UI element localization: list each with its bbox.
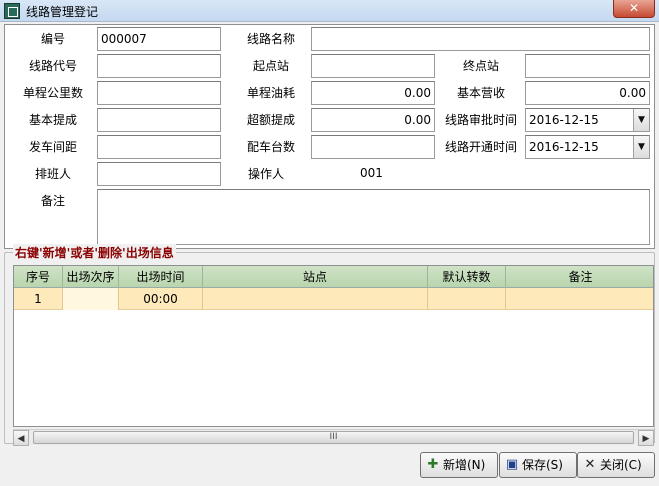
excess-commission-field[interactable]: 0.00 (311, 108, 435, 132)
departures-group-title: 右键'新增'或者'删除'出场信息 (13, 244, 176, 261)
close-button[interactable]: ✕ 关闭(C) (577, 452, 655, 478)
cell-order[interactable] (63, 288, 119, 310)
add-button[interactable]: ✚ 新增(N) (420, 452, 498, 478)
cell-station[interactable] (203, 288, 428, 310)
approval-time-combo[interactable]: 2016-12-15 ▼ (525, 108, 650, 132)
window-title: 线路管理登记 (26, 5, 99, 19)
departure-interval-field[interactable] (97, 135, 221, 159)
save-button[interactable]: ▣ 保存(S) (499, 452, 577, 478)
scroll-left-icon[interactable]: ◀ (13, 430, 29, 446)
departures-grid[interactable]: 序号 出场次序 出场时间 站点 默认转数 备注 1 00:00 (13, 265, 654, 427)
label-one-way-fuel: 单程油耗 (246, 86, 295, 100)
label-route-code: 线路代号 (28, 59, 77, 73)
end-station-field[interactable] (525, 54, 650, 78)
label-departure-interval: 发车间距 (28, 140, 77, 154)
code-field[interactable]: 000007 (97, 27, 221, 51)
route-code-field[interactable] (97, 54, 221, 78)
label-one-way-km: 单程公里数 (22, 86, 83, 100)
label-excess-commission: 超额提成 (246, 113, 295, 127)
label-remarks: 备注 (40, 194, 65, 208)
cell-turns[interactable] (428, 288, 506, 310)
departures-group: 右键'新增'或者'删除'出场信息 序号 出场次序 出场时间 站点 默认转数 备注… (4, 244, 655, 446)
label-approval-time: 线路审批时间 (444, 113, 517, 127)
label-base-revenue: 基本营收 (456, 86, 505, 100)
scroll-right-icon[interactable]: ▶ (638, 430, 654, 446)
one-way-km-field[interactable] (97, 81, 221, 105)
label-assigned-vehicles: 配车台数 (246, 140, 295, 154)
opening-time-value: 2016-12-15 (529, 140, 599, 154)
label-scheduler: 排班人 (34, 167, 71, 181)
title-bar: 线路管理登记 ✕ (0, 0, 659, 22)
close-icon: ✕ (584, 457, 596, 472)
col-station[interactable]: 站点 (203, 266, 428, 288)
save-icon: ▣ (505, 457, 519, 472)
opening-time-combo[interactable]: 2016-12-15 ▼ (525, 135, 650, 159)
add-button-label: 新增(N) (443, 458, 486, 472)
opening-time-dropdown-icon[interactable]: ▼ (633, 136, 649, 158)
cell-seq[interactable]: 1 (14, 288, 63, 310)
label-opening-time: 线路开通时间 (444, 140, 517, 154)
route-name-field[interactable] (311, 27, 650, 51)
col-turns[interactable]: 默认转数 (428, 266, 506, 288)
scheduler-field[interactable] (97, 162, 221, 186)
label-route-name: 线路名称 (246, 32, 295, 46)
col-seq[interactable]: 序号 (14, 266, 63, 288)
grid-header: 序号 出场次序 出场时间 站点 默认转数 备注 (14, 266, 653, 288)
horizontal-scrollbar[interactable]: ◀ III ▶ (13, 429, 654, 446)
col-remark[interactable]: 备注 (506, 266, 653, 288)
assigned-vehicles-field[interactable] (311, 135, 435, 159)
cell-remark[interactable] (506, 288, 653, 310)
remarks-textarea[interactable] (97, 189, 650, 245)
col-time[interactable]: 出场时间 (119, 266, 203, 288)
label-base-commission: 基本提成 (28, 113, 77, 127)
cell-time[interactable]: 00:00 (119, 288, 203, 310)
one-way-fuel-field[interactable]: 0.00 (311, 81, 435, 105)
label-operator: 操作人 (247, 167, 284, 181)
save-button-label: 保存(S) (522, 458, 563, 472)
operator-value: 001 (357, 162, 417, 186)
label-code: 编号 (40, 32, 65, 46)
add-icon: ✚ (427, 457, 439, 472)
route-form: 编号 000007 线路名称 线路代号 起点站 终点站 单程公里数 单程油耗 0… (4, 24, 655, 249)
label-end-station: 终点站 (462, 59, 499, 73)
window-close-button[interactable]: ✕ (613, 0, 655, 18)
label-start-station: 起点站 (252, 59, 289, 73)
scroll-thumb[interactable]: III (33, 431, 634, 444)
base-commission-field[interactable] (97, 108, 221, 132)
col-order[interactable]: 出场次序 (63, 266, 119, 288)
start-station-field[interactable] (311, 54, 435, 78)
table-row[interactable]: 1 00:00 (14, 288, 653, 310)
base-revenue-field[interactable]: 0.00 (525, 81, 650, 105)
app-icon (4, 3, 20, 19)
approval-time-value: 2016-12-15 (529, 113, 599, 127)
approval-time-dropdown-icon[interactable]: ▼ (633, 109, 649, 131)
close-button-label: 关闭(C) (600, 458, 642, 472)
